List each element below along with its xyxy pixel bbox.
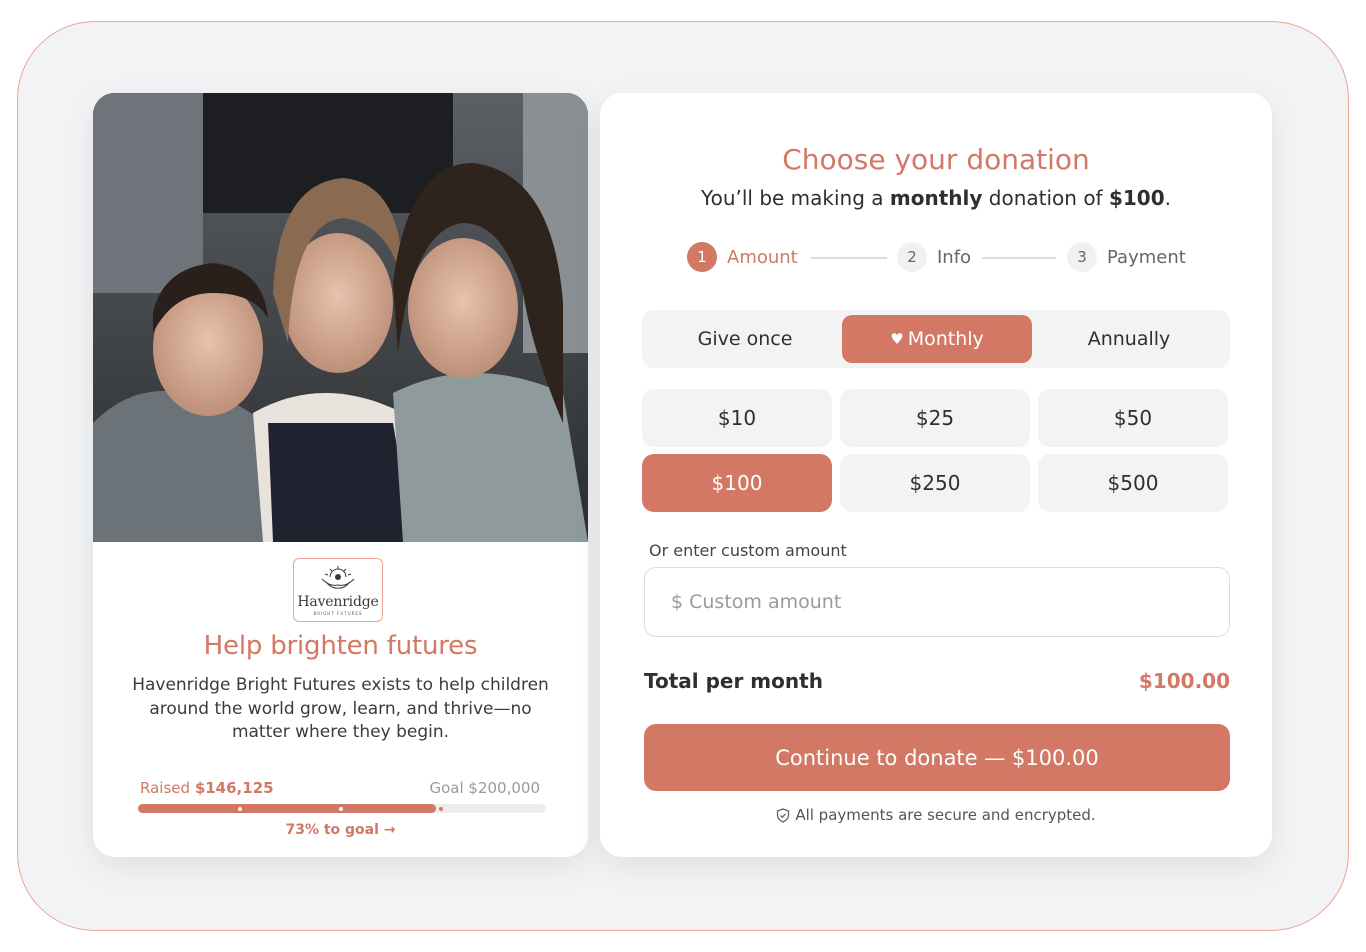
frequency-label: Monthly: [907, 328, 984, 350]
step-label: Payment: [1107, 246, 1186, 268]
frequency-selector: Give once ♥ Monthly Annually: [642, 310, 1230, 368]
step-amount[interactable]: 1 Amount: [687, 241, 798, 273]
campaign-title: Help brighten futures: [203, 631, 478, 661]
step-payment[interactable]: 3 Payment: [1067, 241, 1186, 273]
shield-check-icon: [777, 807, 790, 823]
step-number: 3: [1067, 242, 1097, 272]
hero-photo: [93, 93, 588, 542]
progress-fill: [138, 804, 436, 813]
logo-wordmark: Havenridge: [297, 594, 379, 610]
subtitle-frequency: monthly: [889, 186, 983, 210]
raised-value: $146,125: [194, 779, 274, 797]
frequency-label: Give once: [697, 328, 793, 350]
amount-option-250[interactable]: $250: [840, 454, 1030, 512]
security-note: All payments are secure and encrypted.: [600, 806, 1272, 824]
step-number: 2: [897, 242, 927, 272]
total-value: $100.00: [1138, 669, 1230, 693]
custom-amount-label: Or enter custom amount: [649, 541, 847, 560]
step-label: Amount: [727, 246, 798, 268]
frequency-annually[interactable]: Annually: [1034, 315, 1224, 363]
progress-marker: [439, 806, 443, 811]
step-indicator: 1 Amount 2 Info 3 Payment: [687, 241, 1207, 273]
step-label: Info: [937, 246, 972, 268]
frequency-monthly[interactable]: ♥ Monthly: [842, 315, 1032, 363]
amount-option-10[interactable]: $10: [642, 389, 832, 447]
frequency-label: Annually: [1087, 328, 1171, 350]
progress-marker: [238, 806, 242, 811]
form-title: Choose your donation: [782, 143, 1090, 176]
step-connector: [982, 257, 1056, 259]
progress-percent: 73% to goal →: [285, 822, 396, 838]
custom-amount-input[interactable]: [644, 567, 1230, 637]
heart-icon: ♥: [890, 330, 904, 348]
raised-amount: Raised $146,125: [140, 779, 274, 797]
amount-option-25[interactable]: $25: [840, 389, 1030, 447]
amount-option-100[interactable]: $100: [642, 454, 832, 512]
step-number: 1: [687, 242, 717, 272]
sunrise-hands-icon: [321, 566, 355, 589]
goal-amount: Goal $200,000: [429, 779, 540, 797]
subtitle-middle: donation of: [988, 186, 1103, 210]
subtitle-end: .: [1164, 186, 1171, 210]
security-text: All payments are secure and encrypted.: [795, 806, 1096, 824]
raised-label: Raised: [140, 779, 191, 797]
step-info[interactable]: 2 Info: [897, 241, 971, 273]
progress-bar: [138, 804, 546, 813]
continue-donate-button[interactable]: Continue to donate — $100.00: [644, 724, 1230, 791]
form-subtitle: You’ll be making a monthly donation of $…: [600, 186, 1272, 210]
frequency-give-once[interactable]: Give once: [650, 315, 840, 363]
step-connector: [811, 257, 887, 259]
progress-marker: [339, 806, 343, 811]
subtitle-amount: $100: [1108, 186, 1165, 210]
amount-option-500[interactable]: $500: [1038, 454, 1228, 512]
goal-value: $200,000: [468, 779, 540, 797]
campaign-card: Havenridge BRIGHT FUTURES Help brighten …: [93, 93, 588, 857]
total-label: Total per month: [644, 669, 823, 693]
donation-form: Choose your donation You’ll be making a …: [600, 93, 1272, 857]
goal-label: Goal: [429, 779, 464, 797]
organization-logo: Havenridge BRIGHT FUTURES: [293, 558, 383, 622]
campaign-description: Havenridge Bright Futures exists to help…: [132, 675, 549, 742]
subtitle-prefix: You’ll be making a: [701, 186, 884, 210]
amount-option-50[interactable]: $50: [1038, 389, 1228, 447]
logo-tagline: BRIGHT FUTURES: [313, 611, 363, 616]
